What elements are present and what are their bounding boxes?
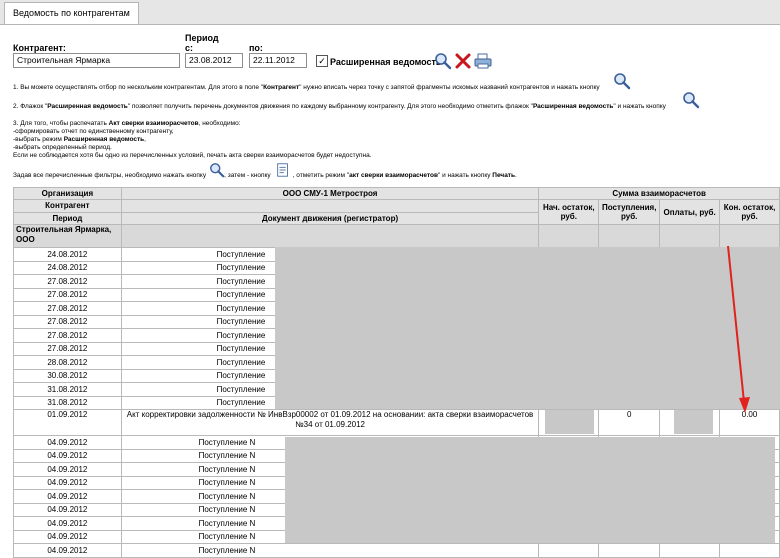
row-document[interactable]: Поступление N — [120, 543, 540, 558]
row-date: 04.09.2012 — [13, 543, 122, 558]
table-row[interactable]: 04.09.2012 Поступление N — [13, 543, 780, 558]
red-arrow-annotation — [727, 245, 750, 413]
